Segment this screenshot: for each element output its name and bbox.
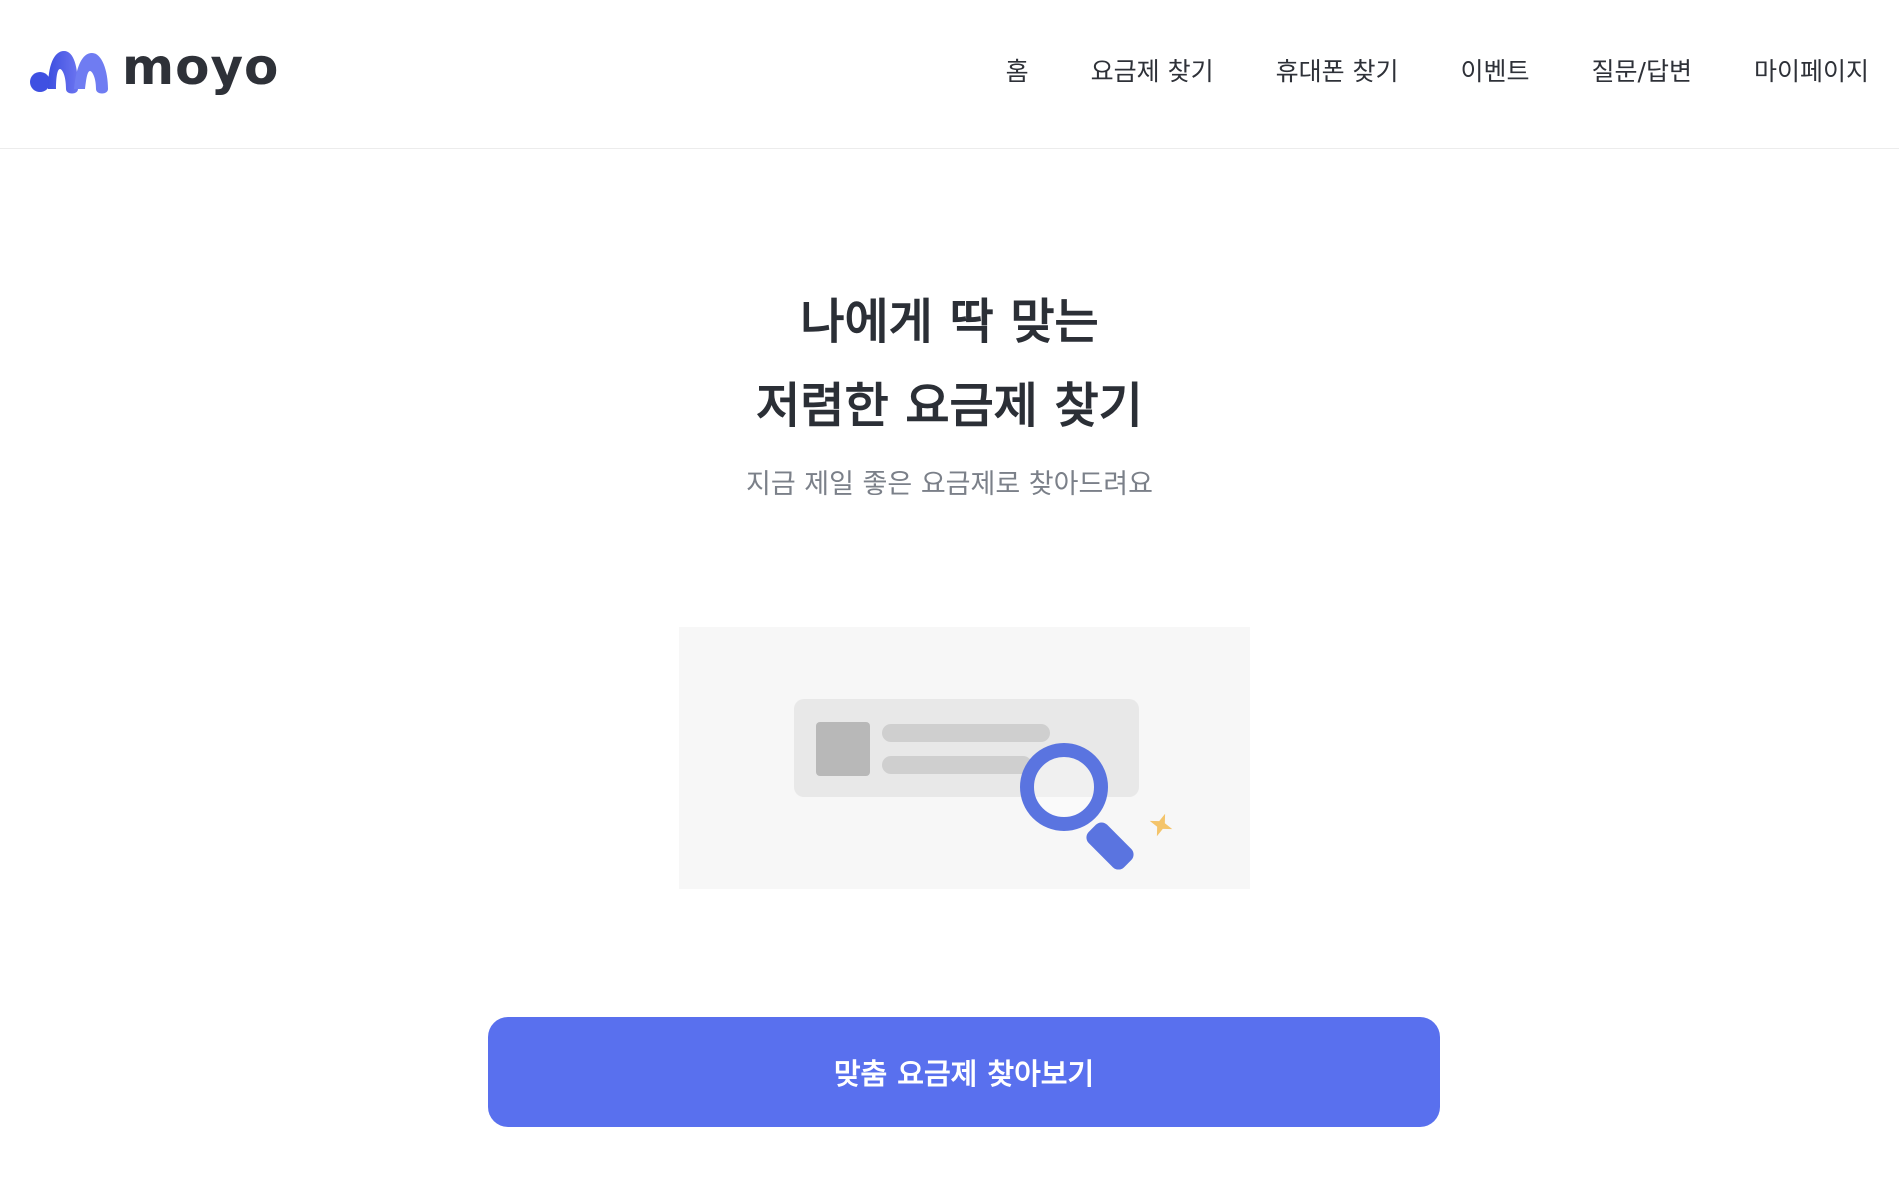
nav-qna[interactable]: 질문/답변 bbox=[1592, 52, 1692, 88]
logo[interactable]: moyo bbox=[30, 42, 279, 98]
nav-plan-search[interactable]: 요금제 찾기 bbox=[1091, 52, 1214, 88]
hero-title: 나에게 딱 맞는 저렴한 요금제 찾기 bbox=[0, 280, 1899, 448]
moyo-logo-icon bbox=[30, 51, 108, 94]
hero-section: 나에게 딱 맞는 저렴한 요금제 찾기 지금 제일 좋은 요금제로 찾아드려요 bbox=[0, 280, 1899, 501]
magnifier-search-icon bbox=[794, 699, 1173, 870]
hero-subtitle: 지금 제일 좋은 요금제로 찾아드려요 bbox=[746, 469, 1153, 500]
nav-mypage[interactable]: 마이페이지 bbox=[1754, 52, 1869, 88]
nav-events[interactable]: 이벤트 bbox=[1461, 52, 1530, 88]
hero-title-line1: 나에게 딱 맞는 bbox=[800, 294, 1099, 350]
nav-home[interactable]: 홈 bbox=[1006, 52, 1029, 88]
hero-title-line2: 저렴한 요금제 찾기 bbox=[756, 378, 1143, 434]
main-nav: 홈 요금제 찾기 휴대폰 찾기 이벤트 질문/답변 마이페이지 bbox=[1006, 50, 1869, 90]
site-header: moyo 홈 요금제 찾기 휴대폰 찾기 이벤트 질문/답변 마이페이지 bbox=[0, 0, 1899, 149]
nav-phone-search[interactable]: 휴대폰 찾기 bbox=[1276, 52, 1399, 88]
logo-text: moyo bbox=[122, 38, 280, 96]
search-illustration bbox=[679, 627, 1250, 889]
find-plan-button[interactable]: 맞춤 요금제 찾아보기 bbox=[488, 1017, 1440, 1127]
